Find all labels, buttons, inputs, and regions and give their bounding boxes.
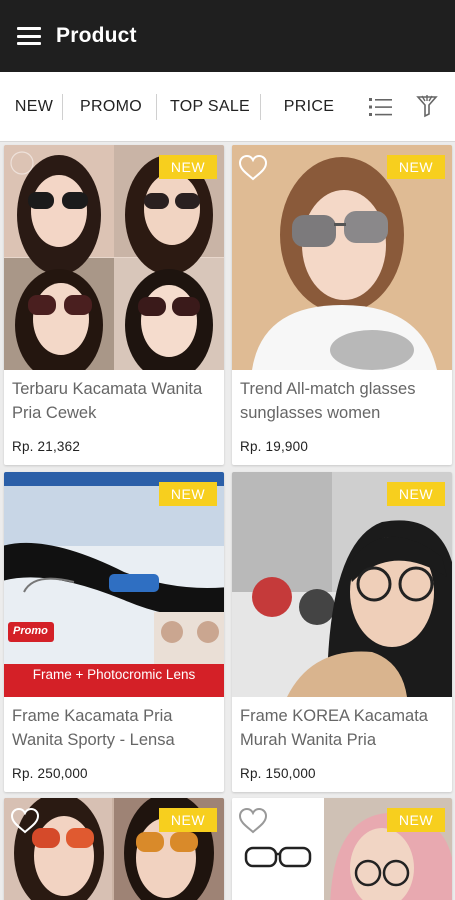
product-image[interactable]: NEW: [232, 472, 452, 697]
menu-icon[interactable]: [17, 27, 41, 45]
product-image[interactable]: NEW: [4, 798, 224, 900]
product-card[interactable]: NEW Frame KOREA Kacamata Murah Wanita Pr…: [232, 472, 452, 792]
product-grid: NEW Terbaru Kacamata Wanita Pria Cewek R…: [0, 142, 455, 900]
product-card[interactable]: NEW Trend All-match glasses sunglasses w…: [232, 145, 452, 465]
heart-outline-icon[interactable]: [238, 807, 268, 835]
product-card[interactable]: Promo Frame + Photocromic Lens NEW Frame…: [4, 472, 224, 792]
filter-bar: NEW PROMO TOP SALE PRICE: [0, 72, 455, 142]
heart-outline-icon[interactable]: [238, 154, 268, 182]
app-bar: Product: [0, 0, 455, 72]
product-price: Rp. 21,362: [12, 439, 81, 454]
product-price: Rp. 150,000: [240, 766, 316, 781]
divider: [260, 94, 261, 120]
page-title: Product: [56, 24, 137, 47]
tab-new[interactable]: NEW: [10, 92, 58, 122]
product-title[interactable]: Frame KOREA Kacamata Murah Wanita Pria: [240, 704, 445, 752]
heart-outline-icon[interactable]: [10, 807, 40, 835]
filter-icon[interactable]: [416, 94, 438, 118]
new-badge: NEW: [159, 482, 217, 506]
product-card[interactable]: NEW: [232, 798, 452, 900]
tab-promo[interactable]: PROMO: [70, 92, 152, 122]
list-view-icon[interactable]: [369, 96, 393, 118]
tab-price[interactable]: PRICE: [270, 92, 348, 122]
new-badge: NEW: [387, 155, 445, 179]
tab-top-sale[interactable]: TOP SALE: [164, 92, 256, 122]
product-price: Rp. 250,000: [12, 766, 88, 781]
product-image[interactable]: NEW: [4, 145, 224, 370]
product-card[interactable]: NEW Terbaru Kacamata Wanita Pria Cewek R…: [4, 145, 224, 465]
product-title[interactable]: Frame Kacamata Pria Wanita Sporty - Lens…: [12, 704, 217, 752]
product-card[interactable]: NEW: [4, 798, 224, 900]
new-badge: NEW: [387, 482, 445, 506]
promo-banner: Frame + Photocromic Lens: [32, 667, 196, 682]
new-badge: NEW: [159, 155, 217, 179]
product-image[interactable]: NEW: [232, 798, 452, 900]
product-image[interactable]: NEW: [232, 145, 452, 370]
product-title[interactable]: Terbaru Kacamata Wanita Pria Cewek: [12, 377, 217, 425]
new-badge: NEW: [387, 808, 445, 832]
product-image[interactable]: Promo Frame + Photocromic Lens NEW: [4, 472, 224, 697]
new-badge: NEW: [159, 808, 217, 832]
product-price: Rp. 19,900: [240, 439, 309, 454]
promo-tag: Promo: [13, 625, 48, 637]
divider: [156, 94, 157, 120]
divider: [62, 94, 63, 120]
product-title[interactable]: Trend All-match glasses sunglasses women: [240, 377, 445, 425]
